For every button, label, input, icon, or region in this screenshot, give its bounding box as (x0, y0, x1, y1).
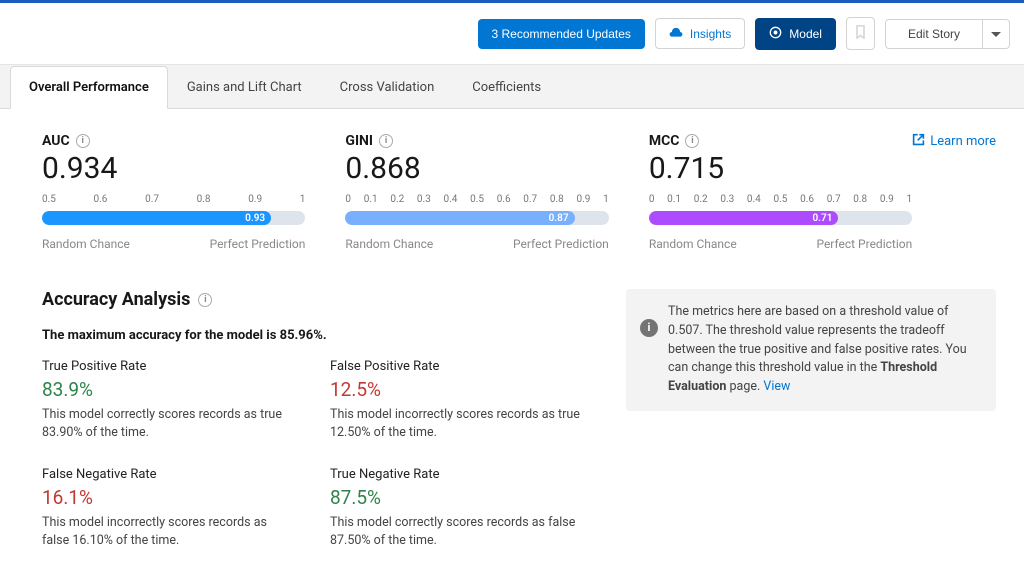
gauge-endpoints: Random ChancePerfect Prediction (42, 237, 305, 251)
accuracy-cell: True Positive Rate 83.9% This model corr… (42, 359, 304, 441)
content: Learn more AUC i 0.934 0.50.60.70.80.91 0… (0, 109, 1024, 549)
gauge-badge: 0.71 (806, 211, 838, 225)
threshold-view-link[interactable]: View (763, 379, 790, 394)
accuracy-subtitle: The maximum accuracy for the model is 85… (42, 328, 592, 343)
gauge-title: GINI (345, 133, 373, 149)
info-icon[interactable]: i (198, 293, 212, 307)
gauge-badge: 0.87 (543, 211, 575, 225)
tabs: Overall Performance Gains and Lift Chart… (0, 65, 1024, 109)
gauge-endpoints: Random ChancePerfect Prediction (649, 237, 912, 251)
info-text-post: page. (726, 379, 763, 394)
rate-value: 16.1% (42, 486, 304, 509)
gauge-ticks: 00.10.20.30.40.50.60.70.80.91 (345, 194, 608, 205)
gauge-bar: 0.93 (42, 211, 305, 225)
gauge-mcc: MCC i 0.715 00.10.20.30.40.50.60.70.80.91… (649, 133, 912, 251)
gauge-ticks: 00.10.20.30.40.50.60.70.80.91 (649, 194, 912, 205)
model-label: Model (789, 27, 822, 41)
accuracy-title: Accuracy Analysis (42, 289, 190, 310)
rate-value: 12.5% (330, 378, 592, 401)
rate-label: True Negative Rate (330, 467, 592, 482)
tab-gains-lift[interactable]: Gains and Lift Chart (168, 66, 321, 109)
edit-story-button[interactable]: Edit Story (885, 19, 983, 49)
gauge-bar: 0.87 (345, 211, 608, 225)
model-button[interactable]: Model (755, 18, 836, 50)
gauge-fill (345, 211, 574, 225)
accuracy-analysis: Accuracy Analysis i The maximum accuracy… (42, 289, 602, 549)
accuracy-cell: False Positive Rate 12.5% This model inc… (330, 359, 592, 441)
edit-story-dropdown-button[interactable] (983, 19, 1010, 49)
gauge-ticks: 0.50.60.70.80.91 (42, 194, 305, 205)
tab-cross-validation[interactable]: Cross Validation (321, 66, 454, 109)
insights-button[interactable]: Insights (655, 18, 745, 49)
chevron-down-icon (991, 27, 1001, 41)
rate-label: False Positive Rate (330, 359, 592, 374)
threshold-info-text: The metrics here are based on a threshol… (668, 303, 980, 397)
rate-description: This model correctly scores records as t… (42, 406, 292, 441)
gauge-fill (42, 211, 271, 225)
gauges-row: AUC i 0.934 0.50.60.70.80.91 0.93 Random … (42, 133, 912, 251)
gauge-title: MCC (649, 133, 680, 149)
tab-overall-performance[interactable]: Overall Performance (10, 66, 168, 109)
edit-story-group: Edit Story (885, 19, 1010, 49)
gauge-auc: AUC i 0.934 0.50.60.70.80.91 0.93 Random … (42, 133, 305, 251)
accuracy-cell: True Negative Rate 87.5% This model corr… (330, 467, 592, 549)
gauge-value: 0.868 (345, 151, 608, 186)
gauge-value: 0.934 (42, 151, 305, 186)
bookmark-button[interactable] (846, 17, 875, 50)
rate-description: This model incorrectly scores records as… (330, 406, 580, 441)
gauge-endpoints: Random ChancePerfect Prediction (345, 237, 608, 251)
gauge-value: 0.715 (649, 151, 912, 186)
gauge-bar: 0.71 (649, 211, 912, 225)
gauge-badge: 0.93 (239, 211, 271, 225)
rate-value: 87.5% (330, 486, 592, 509)
gauge-title: AUC (42, 133, 70, 149)
external-link-icon (912, 133, 925, 150)
toolbar: 3 Recommended Updates Insights Model Edi… (0, 3, 1024, 65)
lower-section: Accuracy Analysis i The maximum accuracy… (42, 289, 996, 549)
learn-more-link[interactable]: Learn more (912, 133, 996, 150)
rate-label: True Positive Rate (42, 359, 304, 374)
learn-more-label: Learn more (930, 134, 996, 149)
rate-description: This model correctly scores records as f… (330, 514, 580, 549)
accuracy-cell: False Negative Rate 16.1% This model inc… (42, 467, 304, 549)
tab-coefficients[interactable]: Coefficients (453, 66, 560, 109)
gauge-gini: GINI i 0.868 00.10.20.30.40.50.60.70.80.9… (345, 133, 608, 251)
threshold-info-box: i The metrics here are based on a thresh… (626, 289, 996, 411)
cloud-icon (669, 26, 683, 41)
target-icon (769, 26, 782, 42)
info-icon: i (640, 319, 658, 337)
info-icon[interactable]: i (76, 134, 90, 148)
info-icon[interactable]: i (379, 134, 393, 148)
rate-value: 83.9% (42, 378, 304, 401)
rate-label: False Negative Rate (42, 467, 304, 482)
rate-description: This model incorrectly scores records as… (42, 514, 292, 549)
recommended-updates-button[interactable]: 3 Recommended Updates (478, 19, 645, 49)
bookmark-icon (855, 25, 866, 42)
insights-label: Insights (690, 27, 731, 41)
accuracy-grid: True Positive Rate 83.9% This model corr… (42, 359, 592, 549)
info-icon[interactable]: i (685, 134, 699, 148)
